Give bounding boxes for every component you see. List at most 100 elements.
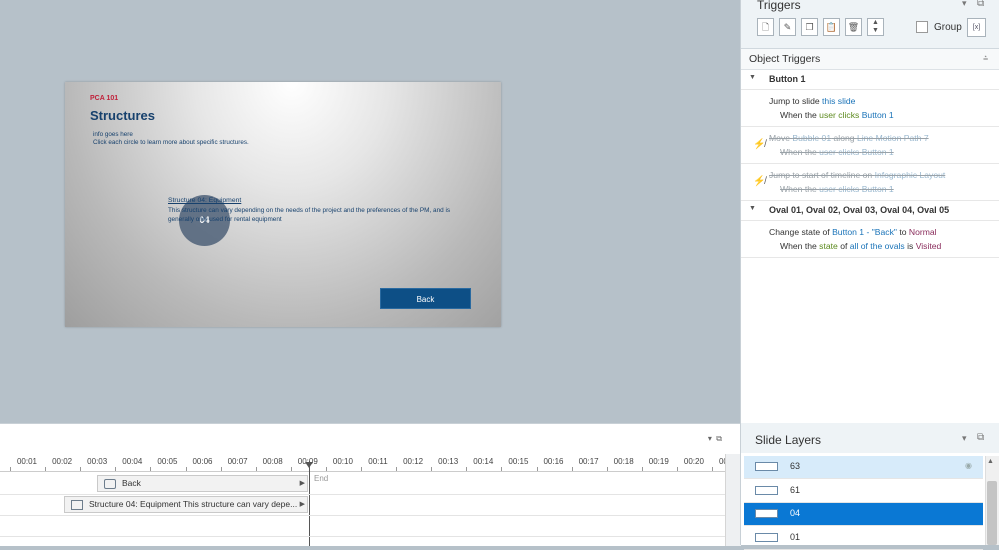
trigger-group[interactable]: ▼ Button 1 xyxy=(741,70,999,90)
time-tick-label: 00:08 xyxy=(262,457,283,466)
trigger-link-text[interactable]: clicks xyxy=(838,147,859,157)
time-tick xyxy=(185,467,187,471)
disabled-trigger-icon: ⚡̸ xyxy=(753,176,766,187)
timeline-ruler[interactable]: 00:01 00:02 00:03 00:04 00:05 00:06 00:07 00:08… xyxy=(0,454,766,472)
timeline-row[interactable] xyxy=(0,515,725,537)
time-tick xyxy=(220,467,222,471)
trigger-link-text[interactable]: user xyxy=(819,110,836,120)
trigger-link-text[interactable]: Visited xyxy=(916,241,942,251)
time-tick xyxy=(396,467,398,471)
layer-name: 04 xyxy=(790,508,801,518)
trigger-condition: When the user clicks Button 1 xyxy=(780,147,894,157)
undock-icon[interactable]: ⧉ xyxy=(977,0,984,9)
trigger-link-text[interactable]: Button 1 - "Back" xyxy=(832,227,897,237)
copy-icon: ❐ xyxy=(805,22,814,32)
timeline-controls[interactable]: ▾ ⧉ xyxy=(708,434,722,444)
slide-title[interactable]: Structures xyxy=(90,108,155,123)
time-tick xyxy=(536,467,538,471)
expand-caret-icon[interactable]: ▼ xyxy=(749,205,756,212)
object-triggers-header: Object Triggers ⩮ xyxy=(741,49,999,70)
time-tick-label: 00:16 xyxy=(543,457,564,466)
trigger-link-text[interactable]: user xyxy=(819,184,836,194)
undock-icon[interactable]: ⧉ xyxy=(977,432,984,443)
trigger-link-text[interactable]: Infographic Layout xyxy=(875,170,946,180)
timeline-scrollbar[interactable] xyxy=(725,454,741,546)
time-tick-label: 00:17 xyxy=(578,457,599,466)
back-button[interactable]: Back xyxy=(380,288,471,309)
copy-trigger-button[interactable]: ❐ xyxy=(801,18,818,36)
course-label[interactable]: PCA 101 xyxy=(90,95,118,102)
time-tick xyxy=(641,467,643,471)
layer-row-04[interactable]: 04 xyxy=(744,503,983,526)
variables-button[interactable]: [x] xyxy=(967,18,986,37)
delete-trigger-button[interactable]: 🗑 xyxy=(845,18,862,36)
layers-scroll-thumb[interactable] xyxy=(987,481,997,545)
trigger-link-text[interactable]: this slide xyxy=(822,96,855,106)
layer-row-63[interactable]: 63 ◉ xyxy=(744,456,983,479)
undock-icon[interactable]: ⧉ xyxy=(716,434,722,443)
layer-name: 61 xyxy=(790,484,801,495)
trigger-item[interactable]: ⚡̸ Move Bubble 01 along Line Motion Path … xyxy=(741,127,999,164)
layer-row-61[interactable]: 61 xyxy=(744,480,983,503)
arrow-up-icon[interactable]: ▲ xyxy=(872,19,879,26)
new-trigger-button[interactable]: 🗋 xyxy=(757,18,774,36)
slide-info-text[interactable]: info goes here Click each circle to lear… xyxy=(93,131,249,147)
timeline-bar-back[interactable]: Back ▶ xyxy=(97,475,308,492)
trigger-action: Move Bubble 01 along Line Motion Path 7 xyxy=(769,133,929,143)
trigger-text: along xyxy=(831,133,857,143)
scroll-up-icon[interactable]: ▲ xyxy=(987,458,994,465)
time-tick xyxy=(361,467,362,471)
trigger-link-text[interactable]: state xyxy=(819,241,838,251)
layer-thumbnail xyxy=(755,462,778,471)
layer-row-01[interactable]: 01 xyxy=(744,527,983,550)
move-trigger-buttons[interactable]: ▲ ▼ xyxy=(867,18,884,36)
timeline-row[interactable]: Back ▶ xyxy=(0,473,725,495)
trigger-group[interactable]: ▼ Oval 01, Oval 02, Oval 03, Oval 04, Ova… xyxy=(741,201,999,221)
time-tick xyxy=(466,467,468,471)
time-tick xyxy=(45,467,47,471)
trigger-link-text[interactable]: Bubble 01 xyxy=(792,133,831,143)
trigger-link-text[interactable]: Button 1 xyxy=(862,110,894,120)
bar-end-arrow-icon[interactable]: ▶ xyxy=(300,476,305,491)
trigger-link-text[interactable]: clicks xyxy=(838,110,859,120)
trigger-link-text[interactable]: Line Motion Path 7 xyxy=(857,133,929,143)
trigger-item[interactable]: ⚡̸ Jump to start of timeline on Infograph… xyxy=(741,164,999,201)
chevron-down-icon[interactable]: ▾ xyxy=(962,0,967,9)
trigger-text: When the xyxy=(780,184,820,194)
paste-trigger-button[interactable]: 📋 xyxy=(823,18,840,36)
info-line: info goes here xyxy=(93,131,133,138)
collapse-icon[interactable]: ⩮ xyxy=(983,53,988,64)
trigger-link-text[interactable]: all of the ovals xyxy=(850,241,905,251)
timeline-bar-structure-text[interactable]: Structure 04: Equipment This structure c… xyxy=(64,496,308,513)
time-tick-label: 00:14 xyxy=(473,457,494,466)
trigger-item[interactable]: Change state of Button 1 - "Back" to Nor… xyxy=(741,221,999,258)
structure-description[interactable]: This structure can vary depending on the… xyxy=(168,207,468,224)
layer-name: 01 xyxy=(790,531,801,542)
expand-caret-icon[interactable]: ▼ xyxy=(749,74,756,81)
trigger-item[interactable]: Jump to slide this slide When the user cl… xyxy=(741,90,999,127)
trigger-link-text[interactable]: Normal xyxy=(909,227,937,237)
group-checkbox[interactable] xyxy=(916,21,928,33)
arrow-down-icon[interactable]: ▼ xyxy=(872,27,879,34)
trigger-link-text[interactable]: Button 1 xyxy=(862,147,894,157)
layer-thumbnail xyxy=(755,509,778,518)
visibility-eye-icon[interactable]: ◉ xyxy=(965,461,972,470)
time-tick xyxy=(10,467,11,471)
trigger-text: Move xyxy=(769,133,793,143)
structure-title[interactable]: Structure 04: Equipment xyxy=(168,197,241,204)
time-tick-label: 00:19 xyxy=(648,457,669,466)
timeline-row[interactable]: Structure 04: Equipment This structure c… xyxy=(0,494,725,516)
time-tick xyxy=(571,467,573,471)
bar-end-arrow-icon[interactable]: ▶ xyxy=(300,497,305,512)
edit-trigger-button[interactable]: ✎ xyxy=(779,18,796,36)
chevron-down-icon[interactable]: ▾ xyxy=(962,433,967,444)
slide-stage: PCA 101 Structures info goes here Click … xyxy=(0,0,740,423)
trigger-link-text[interactable]: clicks xyxy=(838,184,859,194)
layer-thumbnail xyxy=(755,532,778,542)
trigger-link-text[interactable]: Button 1 xyxy=(862,184,894,194)
slide-canvas[interactable]: PCA 101 Structures info goes here Click … xyxy=(65,82,501,327)
trigger-text: When the xyxy=(780,147,820,157)
trigger-link-text[interactable]: user xyxy=(819,147,836,157)
trash-icon: 🗑 xyxy=(847,22,860,32)
time-tick-label: 00:04 xyxy=(122,457,143,466)
